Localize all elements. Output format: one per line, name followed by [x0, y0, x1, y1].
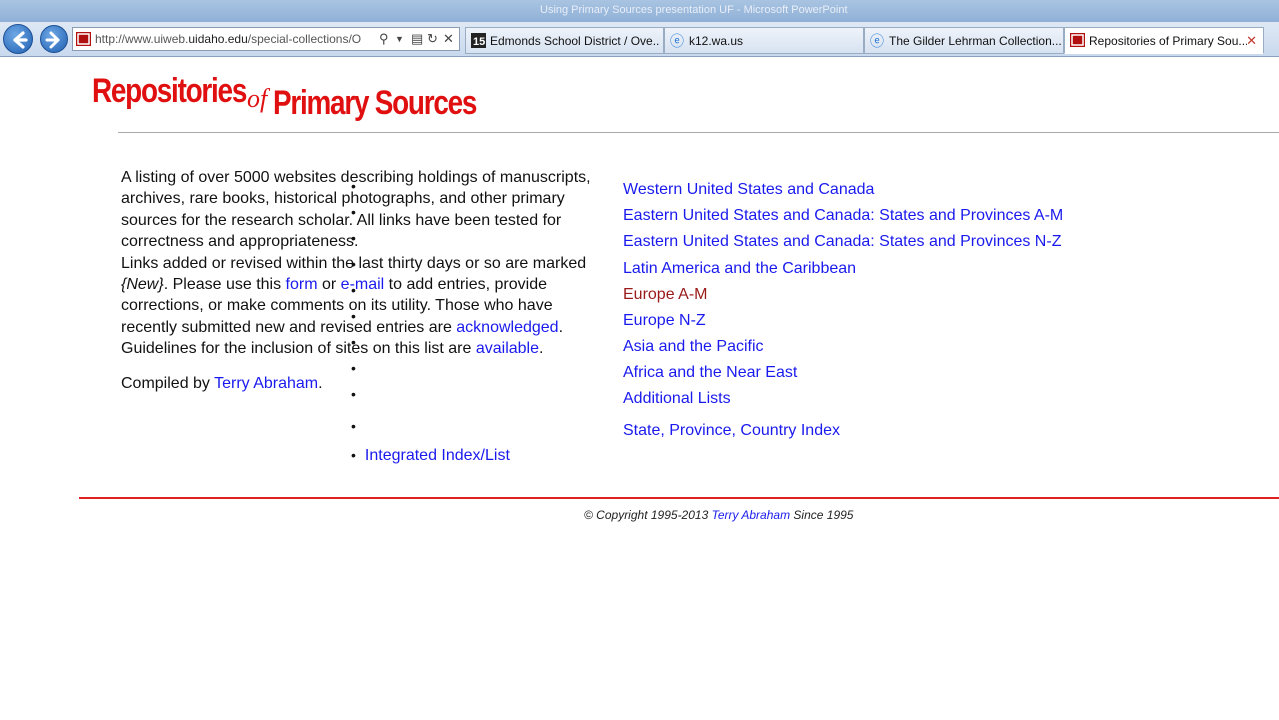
address-bar[interactable]: http://www.uiweb.uidaho.edu/special-coll…: [72, 27, 460, 51]
bullet: •: [351, 386, 356, 402]
compiler-link[interactable]: Terry Abraham: [214, 375, 318, 392]
bullet: •: [351, 256, 356, 272]
email-link[interactable]: e-mail: [341, 276, 385, 293]
available-link[interactable]: available: [476, 340, 539, 357]
bullet: •: [351, 230, 356, 246]
link-europe-n-z[interactable]: Europe N-Z: [623, 312, 706, 330]
bullet: •: [351, 282, 356, 298]
quick-access-toolbar: [24, 3, 134, 17]
footer-divider: [79, 497, 1279, 499]
site-favicon-icon: [76, 32, 91, 46]
forward-button[interactable]: [40, 25, 68, 53]
link-asia-pacific[interactable]: Asia and the Pacific: [623, 338, 764, 356]
link-additional-lists[interactable]: Additional Lists: [623, 390, 731, 408]
copyright-footer: © Copyright 1995-2013 Terry Abraham Sinc…: [584, 508, 854, 522]
bullet: •: [351, 178, 356, 194]
link-eastern-us-canada-a-m[interactable]: Eastern United States and Canada: States…: [623, 207, 1063, 225]
bullet: •: [351, 447, 356, 463]
bullet: •: [351, 308, 356, 324]
address-url[interactable]: http://www.uiweb.uidaho.edu/special-coll…: [95, 32, 375, 46]
header-divider: [118, 132, 1279, 133]
stop-icon[interactable]: ✕: [443, 31, 454, 47]
integrated-index-item: • Integrated Index/List: [351, 447, 510, 465]
ie-icon: ⓔ: [670, 33, 684, 49]
bullet: •: [351, 360, 356, 376]
bullet: •: [351, 418, 356, 434]
site-favicon-icon: [1070, 33, 1085, 47]
bullet: •: [351, 204, 356, 220]
link-western-us-canada[interactable]: Western United States and Canada: [623, 181, 874, 199]
acknowledged-link[interactable]: acknowledged: [456, 319, 558, 336]
link-eastern-us-canada-n-z[interactable]: Eastern United States and Canada: States…: [623, 233, 1061, 251]
compat-view-icon[interactable]: ▤: [411, 31, 423, 47]
link-latin-america-caribbean[interactable]: Latin America and the Caribbean: [623, 260, 856, 278]
link-africa-near-east[interactable]: Africa and the Near East: [623, 364, 797, 382]
back-arrow-icon: [13, 31, 28, 49]
tab-k12[interactable]: ⓔ k12.wa.us: [664, 27, 864, 54]
integrated-index-link[interactable]: Integrated Index/List: [365, 447, 510, 464]
link-europe-a-m[interactable]: Europe A-M: [623, 286, 707, 304]
search-icon[interactable]: ⚲: [379, 31, 389, 47]
back-button[interactable]: [3, 24, 33, 54]
refresh-icon[interactable]: ↻: [427, 31, 438, 47]
edmonds-favicon-icon: 15: [471, 33, 486, 48]
tab-repositories[interactable]: Repositories of Primary Sou... ✕: [1064, 27, 1264, 54]
ie-icon: ⓔ: [870, 33, 884, 49]
window-title: Using Primary Sources presentation UF - …: [540, 4, 848, 16]
forward-arrow-icon: [45, 31, 60, 49]
footer-author-link[interactable]: Terry Abraham: [712, 508, 790, 522]
window-titlebar: Using Primary Sources presentation UF - …: [0, 0, 1279, 22]
svg-text:15: 15: [473, 36, 485, 48]
link-state-province-country-index[interactable]: State, Province, Country Index: [623, 422, 840, 440]
close-tab-icon[interactable]: ✕: [1246, 33, 1257, 49]
tab-edmonds[interactable]: 15 Edmonds School District / Ove...: [465, 27, 664, 54]
site-logo: Repositories of Primary Sources: [92, 72, 477, 122]
tab-gilder-lehrman[interactable]: ⓔ The Gilder Lehrman Collection...: [864, 27, 1064, 54]
dropdown-icon[interactable]: ▼: [395, 34, 404, 44]
form-link[interactable]: form: [286, 276, 318, 293]
intro-text: A listing of over 5000 websites describi…: [121, 169, 591, 358]
bullet: •: [351, 334, 356, 350]
new-marker: {New}: [121, 276, 164, 294]
compiled-by: Compiled by Terry Abraham.: [121, 375, 323, 392]
